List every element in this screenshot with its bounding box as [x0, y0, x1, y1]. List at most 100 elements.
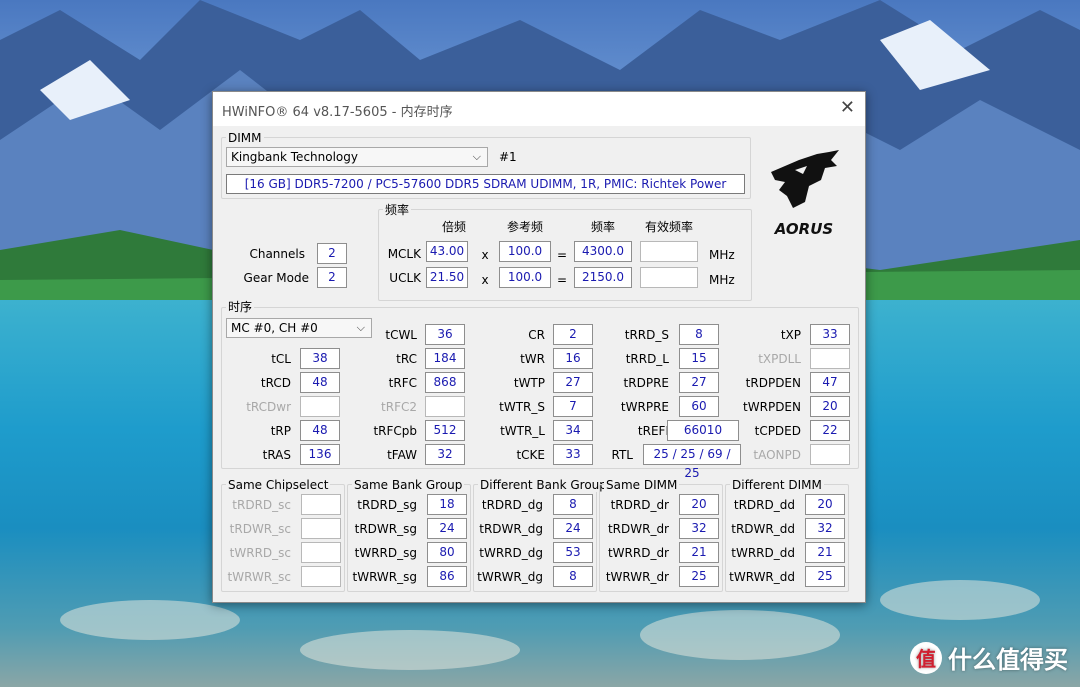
- timing-value: 48: [300, 420, 340, 441]
- timing-value: 33: [553, 444, 593, 465]
- timing-label: CR: [528, 328, 545, 342]
- mclk-times-sign: x: [481, 248, 489, 262]
- timing-value: 53: [553, 542, 593, 563]
- timing-label: tRP: [270, 424, 291, 438]
- gear-mode-label: Gear Mode: [243, 271, 309, 285]
- timing-label: tWTR_L: [500, 424, 545, 438]
- timing-label: tRRD_L: [625, 352, 669, 366]
- timing-label: tWRRD_dg: [479, 546, 543, 560]
- timing-label: tCL: [271, 352, 291, 366]
- aorus-logo-text: AORUS: [774, 220, 833, 238]
- uclk-times-sign: x: [481, 273, 489, 287]
- timing-label: tRCD: [260, 376, 291, 390]
- close-icon[interactable]: ✕: [840, 97, 855, 118]
- wallpaper-rock: [300, 630, 520, 670]
- freq-col-frequency: 频率: [590, 220, 615, 234]
- timing-value: 20: [679, 494, 719, 515]
- gear-mode-value: 2: [317, 267, 347, 288]
- timing-label: tAONPD: [753, 448, 801, 462]
- uclk-frequency: 2150.0: [574, 267, 632, 288]
- freq-col-reference: 参考频: [506, 220, 543, 234]
- dimm-manufacturer-value: Kingbank Technology: [231, 150, 358, 164]
- timing-value: 136: [300, 444, 340, 465]
- timing-label: tRFC: [388, 376, 417, 390]
- timing-label: tRRD_S: [624, 328, 669, 342]
- timing-value: 22: [810, 420, 850, 441]
- chevron-down-icon: ⌵: [472, 150, 481, 163]
- timing-label: tRDWR_dd: [731, 522, 795, 536]
- channels-label: Channels: [249, 247, 305, 261]
- dimm-manufacturer-select[interactable]: Kingbank Technology ⌵: [226, 147, 488, 167]
- timing-label: tCWL: [385, 328, 417, 342]
- timing-label: tRC: [396, 352, 417, 366]
- timing-label: tWRPDEN: [743, 400, 801, 414]
- dimm-slot: #1: [499, 150, 517, 164]
- timing-value: 36: [425, 324, 465, 345]
- timing-label: tWRWR_dr: [605, 570, 669, 584]
- hwinfo-memory-timings-window: HWiNFO® 64 v8.17-5605 - 内存时序 ✕ DIMM King…: [212, 91, 866, 603]
- timing-value: 32: [425, 444, 465, 465]
- bottom-group-title: Same Bank Group: [352, 478, 465, 492]
- timing-label: tRDWR_sc: [229, 522, 291, 536]
- uclk-multiplier: 21.50: [426, 267, 468, 288]
- mclk-label: MCLK: [387, 247, 421, 261]
- timing-value: 8: [553, 494, 593, 515]
- title-bar[interactable]: HWiNFO® 64 v8.17-5605 - 内存时序 ✕: [213, 92, 865, 126]
- timing-label: tRAS: [262, 448, 291, 462]
- timing-label: tWTP: [513, 376, 545, 390]
- timing-value: 25 / 25 / 69 / 25: [643, 444, 741, 480]
- timing-value: 15: [679, 348, 719, 369]
- mclk-reference: 100.0: [499, 241, 551, 262]
- timing-value: 66010: [667, 420, 739, 441]
- timing-value: 20: [805, 494, 845, 515]
- aorus-logo-icon: AORUS: [771, 150, 839, 238]
- timing-value: 60: [679, 396, 719, 417]
- uclk-reference: 100.0: [499, 267, 551, 288]
- timing-value: 33: [810, 324, 850, 345]
- timing-value: 8: [553, 566, 593, 587]
- timing-value: 34: [553, 420, 593, 441]
- uclk-effective: [640, 267, 698, 288]
- timing-label: tRDRD_sc: [232, 498, 291, 512]
- freq-col-multiplier: 倍频: [441, 220, 466, 234]
- timing-label: tRDPDEN: [745, 376, 801, 390]
- memory-channel-select[interactable]: MC #0, CH #0 ⌵: [226, 318, 372, 338]
- timing-value: [300, 396, 340, 417]
- timing-label: tRFC2: [381, 400, 417, 414]
- timing-value: 27: [679, 372, 719, 393]
- timing-label: tWRRD_dd: [731, 546, 795, 560]
- timing-label: tWRPRE: [620, 400, 669, 414]
- timing-label: tWR: [520, 352, 545, 366]
- bottom-group-title: Different Bank Group: [478, 478, 609, 492]
- timing-value: 2: [553, 324, 593, 345]
- timing-label: tRDRD_dg: [481, 498, 543, 512]
- watermark-text: 什么值得买: [948, 646, 1068, 674]
- mclk-frequency: 4300.0: [574, 241, 632, 262]
- mclk-equals-sign: =: [556, 248, 568, 262]
- timing-label: RTL: [611, 448, 633, 462]
- timing-value: 32: [679, 518, 719, 539]
- timing-label: tWRRD_sg: [354, 546, 417, 560]
- timing-label: tWRWR_sg: [352, 570, 418, 584]
- timing-value: 8: [679, 324, 719, 345]
- timing-value: [810, 444, 850, 465]
- window-title: HWiNFO® 64 v8.17-5605 - 内存时序: [222, 105, 453, 120]
- timing-value: 24: [427, 518, 467, 539]
- timing-value: [810, 348, 850, 369]
- uclk-label: UCLK: [389, 271, 421, 285]
- timing-value: [425, 396, 465, 417]
- timing-value: 48: [300, 372, 340, 393]
- timing-group-label: 时序: [226, 300, 255, 314]
- timing-value: 21: [679, 542, 719, 563]
- timing-value: 25: [679, 566, 719, 587]
- timing-value: 21: [805, 542, 845, 563]
- timing-label: tRDRD_dd: [733, 498, 795, 512]
- memory-channel-value: MC #0, CH #0: [231, 321, 318, 335]
- timing-value: 7: [553, 396, 593, 417]
- timing-value: [301, 494, 341, 515]
- timing-label: tWRRD_dr: [607, 546, 669, 560]
- timing-value: [301, 566, 341, 587]
- timing-label: tRDWR_dr: [607, 522, 669, 536]
- timing-label: tRDPRE: [623, 376, 669, 390]
- mclk-effective: [640, 241, 698, 262]
